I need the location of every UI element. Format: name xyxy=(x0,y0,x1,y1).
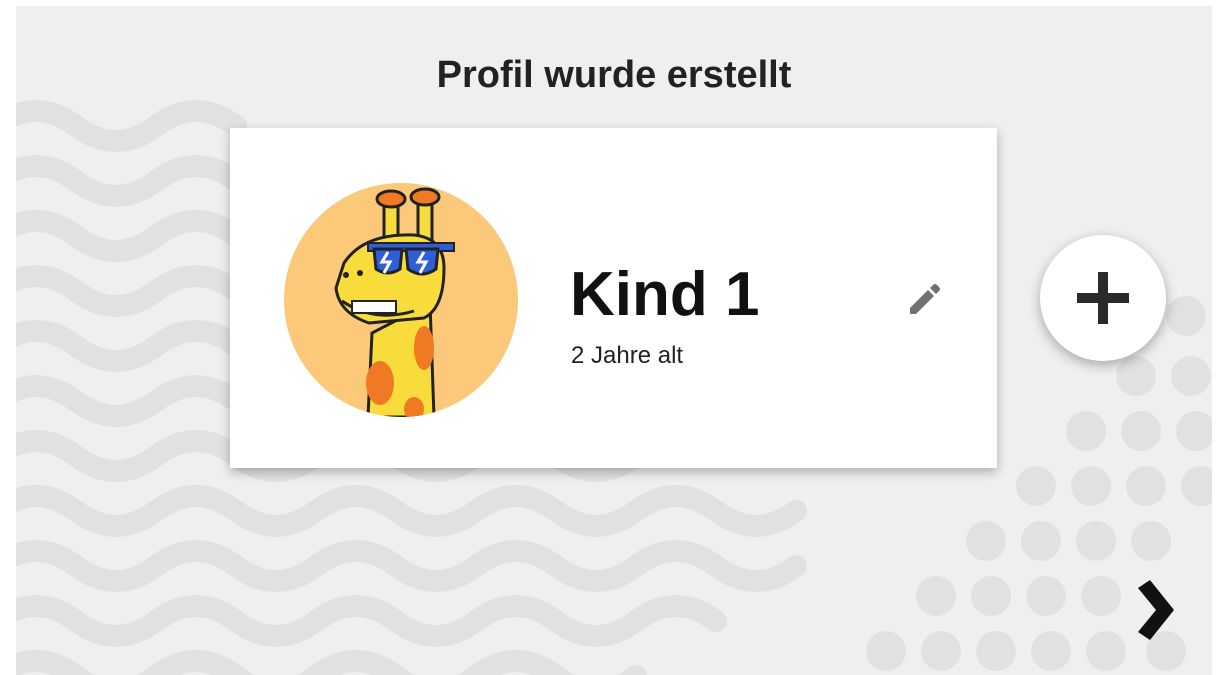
plus-icon xyxy=(1077,272,1129,324)
chevron-right-icon xyxy=(1138,580,1174,640)
pencil-icon[interactable] xyxy=(902,278,942,318)
profile-created-screen: Profil wurde erstellt Kind 1 2 Jahre alt xyxy=(16,6,1212,675)
next-button[interactable] xyxy=(1130,580,1180,640)
profile-card[interactable]: Kind 1 2 Jahre alt xyxy=(230,128,997,468)
page-title: Profil wurde erstellt xyxy=(436,54,792,96)
add-profile-button[interactable] xyxy=(1040,235,1166,361)
profile-age: 2 Jahre alt xyxy=(571,342,684,369)
profile-name: Kind 1 xyxy=(570,260,760,329)
giraffe-avatar xyxy=(284,183,518,417)
